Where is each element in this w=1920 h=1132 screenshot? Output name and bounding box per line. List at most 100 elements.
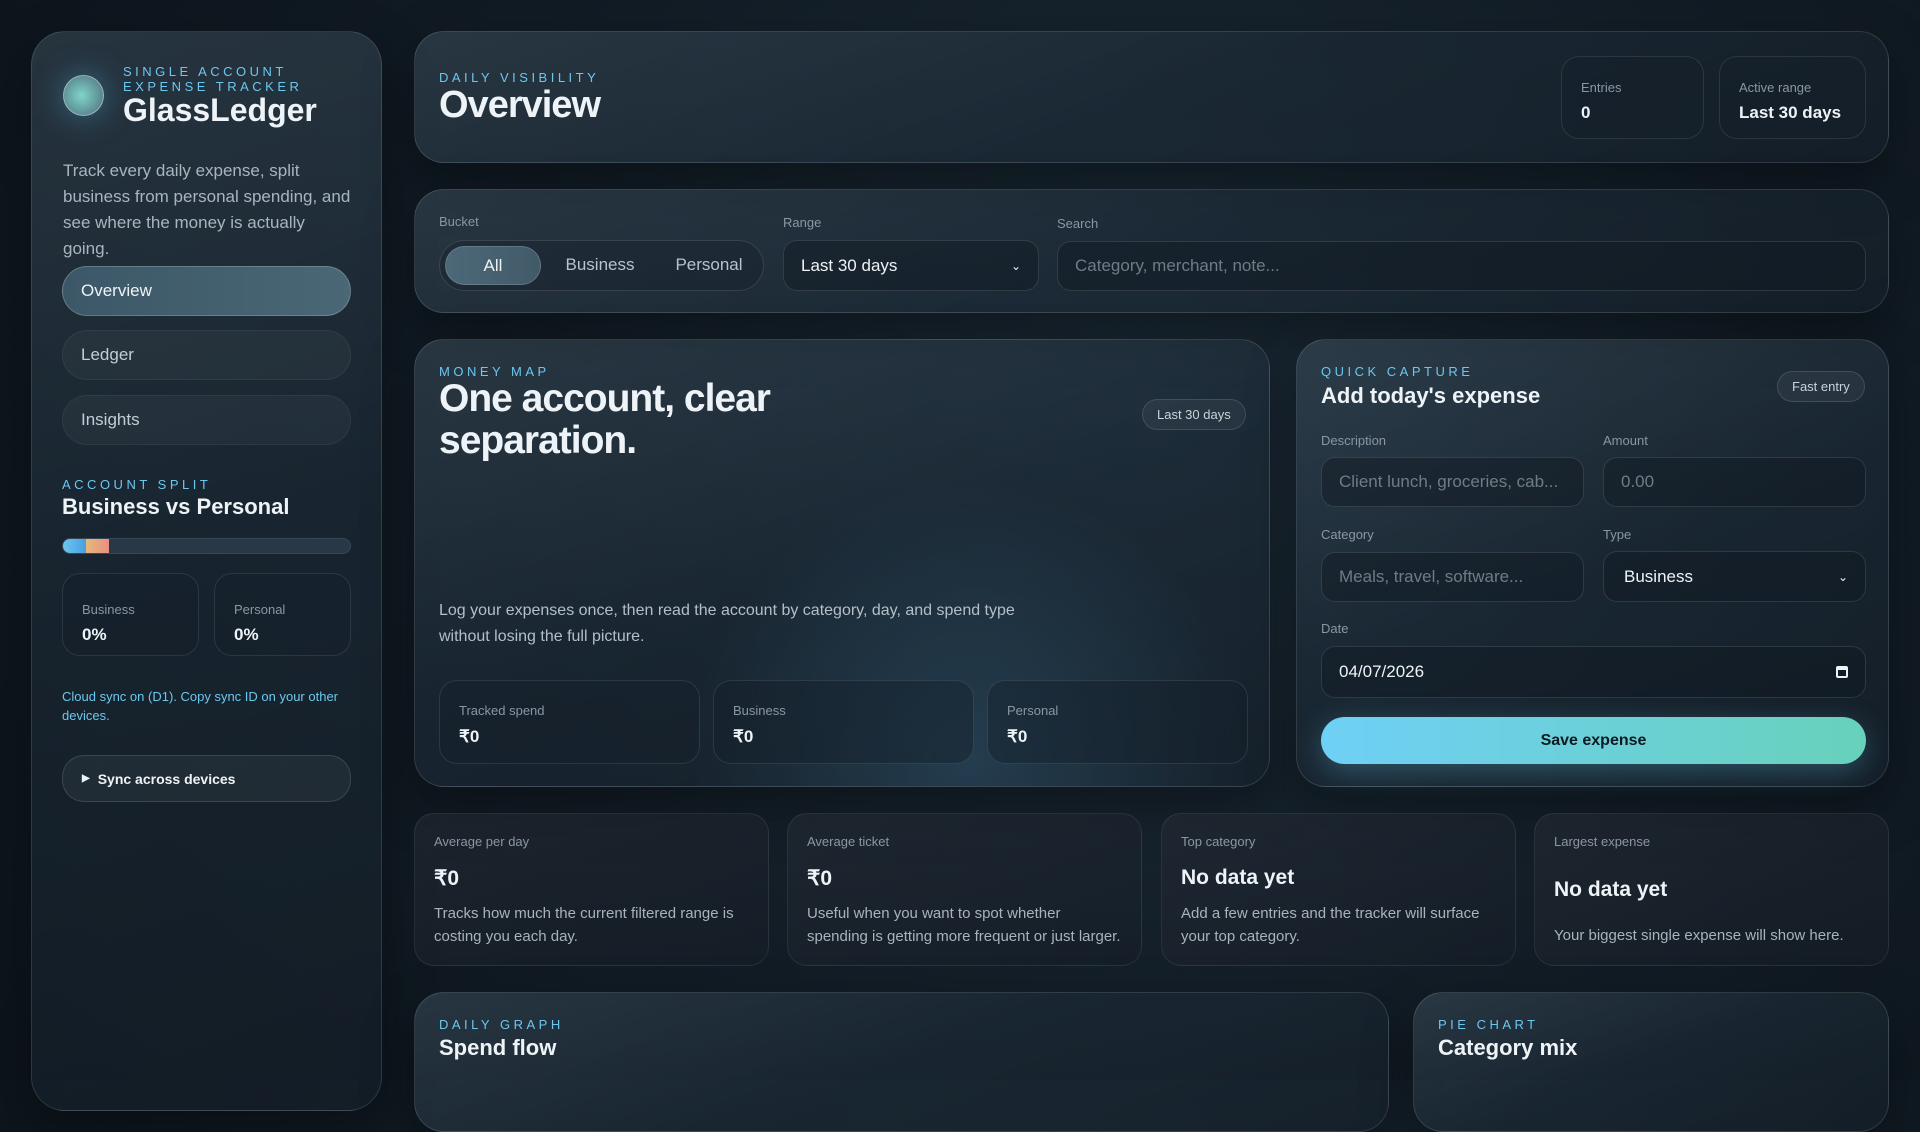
nav-ledger[interactable]: Ledger (62, 330, 351, 380)
split-business-card: Business 0% (62, 573, 199, 656)
range-select[interactable]: Last 30 days ⌄ (783, 240, 1039, 291)
split-eyebrow: Account split (62, 477, 212, 492)
active-range-value: Last 30 days (1739, 103, 1842, 122)
split-bar-personal (86, 539, 109, 553)
entries-label: Entries (1581, 80, 1622, 95)
stat-label: Average per day (434, 834, 530, 849)
active-range-label: Active range (1739, 80, 1812, 95)
bucket-segmented: All Business Personal (439, 240, 764, 291)
type-select[interactable]: Business ⌄ (1603, 551, 1866, 602)
business-tile-value: ₹0 (733, 727, 754, 746)
stat-average-ticket: Average ticket ₹0 Useful when you want t… (787, 813, 1142, 966)
description-label: Description (1321, 433, 1387, 448)
active-range-card: Active range Last 30 days (1719, 56, 1866, 139)
quick-capture-eyebrow: Quick capture (1321, 364, 1474, 379)
split-personal-label: Personal (234, 602, 286, 617)
tracked-spend-tile: Tracked spend ₹0 (439, 680, 700, 764)
nav-insights[interactable]: Insights (62, 395, 351, 445)
personal-tile-label: Personal (1007, 703, 1059, 718)
personal-tile: Personal ₹0 (987, 680, 1248, 764)
split-personal-card: Personal 0% (214, 573, 351, 656)
daily-graph-title: Spend flow (439, 1035, 557, 1060)
stat-value: No data yet (1181, 866, 1295, 889)
stat-description: Tracks how much the current filtered ran… (434, 905, 734, 945)
save-expense-label: Save expense (1540, 731, 1647, 749)
stat-label: Largest expense (1554, 834, 1651, 849)
range-value: Last 30 days (801, 255, 898, 275)
bucket-personal[interactable]: Personal (661, 255, 757, 275)
chevron-down-icon: ⌄ (1010, 258, 1021, 273)
bucket-all[interactable]: All (445, 246, 541, 285)
stat-description: Useful when you want to spot whether spe… (807, 905, 1121, 945)
search-label: Search (1057, 216, 1099, 231)
stat-average-per-day: Average per day ₹0 Tracks how much the c… (414, 813, 769, 966)
sync-note: Cloud sync on (D1). Copy sync ID on your… (62, 689, 339, 723)
split-title: Business vs Personal (62, 494, 290, 519)
date-value: 04/07/2026 (1339, 662, 1425, 681)
entries-value: 0 (1581, 103, 1591, 122)
sync-label: Sync across devices (97, 770, 236, 787)
description-placeholder: Client lunch, groceries, cab... (1339, 472, 1559, 491)
stat-label: Average ticket (807, 834, 890, 849)
stat-largest-expense: Largest expense No data yet Your biggest… (1534, 813, 1889, 966)
save-expense-button[interactable]: Save expense (1321, 717, 1866, 764)
chevron-down-icon: ⌄ (1837, 569, 1848, 584)
nav-overview[interactable]: Overview (62, 266, 351, 316)
quick-capture-card: Quick capture Add today's expense Fast e… (1296, 339, 1889, 787)
amount-placeholder: 0.00 (1621, 472, 1655, 491)
caret-right-icon: ▶ (82, 773, 90, 784)
daily-graph-card: Daily graph Spend flow (414, 992, 1389, 1132)
quick-capture-title: Add today's expense (1321, 383, 1541, 408)
pie-chart-card: Pie chart Category mix (1413, 992, 1889, 1132)
money-map-description: Log your expenses once, then read the ac… (439, 602, 1015, 645)
split-bar (62, 538, 351, 554)
fast-entry-badge: Fast entry (1777, 371, 1865, 402)
split-business-value: 0% (82, 625, 107, 644)
calendar-icon[interactable] (1836, 666, 1848, 678)
amount-input[interactable]: 0.00 (1603, 457, 1866, 507)
category-input[interactable]: Meals, travel, software... (1321, 552, 1584, 602)
money-map-title: One account, clear separation. (439, 377, 771, 462)
logo-icon (63, 75, 104, 116)
daily-graph-eyebrow: Daily graph (439, 1017, 564, 1032)
stat-top-category: Top category No data yet Add a few entri… (1161, 813, 1516, 966)
type-value: Business (1624, 566, 1693, 586)
bucket-label: Bucket (439, 214, 479, 229)
filters-card: Bucket All Business Personal Range Last … (414, 189, 1889, 313)
stat-description: Your biggest single expense will show he… (1554, 927, 1844, 944)
split-personal-value: 0% (234, 625, 259, 644)
app-eyebrow: Single account expense tracker (123, 64, 303, 94)
split-business-label: Business (82, 602, 135, 617)
type-label: Type (1603, 527, 1632, 542)
stat-label: Top category (1181, 834, 1256, 849)
stat-value: ₹0 (434, 867, 460, 890)
date-label: Date (1321, 621, 1349, 636)
description-input[interactable]: Client lunch, groceries, cab... (1321, 457, 1584, 507)
bucket-business[interactable]: Business (552, 255, 648, 275)
search-input[interactable]: Category, merchant, note... (1057, 241, 1866, 291)
money-map-card: Money map One account, clear separation.… (414, 339, 1270, 787)
app-title: GlassLedger (123, 92, 317, 128)
date-input[interactable]: 04/07/2026 (1321, 646, 1866, 698)
sidebar: Single account expense tracker GlassLedg… (31, 31, 382, 1111)
page-title: Overview (439, 84, 601, 126)
app-description: Track every daily expense, split busines… (63, 161, 351, 258)
pie-chart-eyebrow: Pie chart (1438, 1017, 1539, 1032)
header-eyebrow: Daily visibility (439, 70, 600, 85)
entries-card: Entries 0 (1561, 56, 1704, 139)
money-map-range-badge: Last 30 days (1142, 399, 1246, 430)
search-placeholder: Category, merchant, note... (1075, 256, 1280, 275)
tracked-spend-value: ₹0 (459, 727, 480, 746)
tracked-spend-label: Tracked spend (459, 703, 545, 718)
range-label: Range (783, 215, 822, 230)
header-card: Daily visibility Overview Entries 0 Acti… (414, 31, 1889, 163)
sync-toggle[interactable]: ▶ Sync across devices (62, 755, 351, 802)
stat-value: ₹0 (807, 867, 833, 890)
split-bar-business (63, 539, 86, 553)
business-tile-label: Business (733, 703, 786, 718)
personal-tile-value: ₹0 (1007, 727, 1028, 746)
business-tile: Business ₹0 (713, 680, 974, 764)
stat-description: Add a few entries and the tracker will s… (1181, 905, 1480, 945)
category-label: Category (1321, 527, 1374, 542)
amount-label: Amount (1603, 433, 1648, 448)
